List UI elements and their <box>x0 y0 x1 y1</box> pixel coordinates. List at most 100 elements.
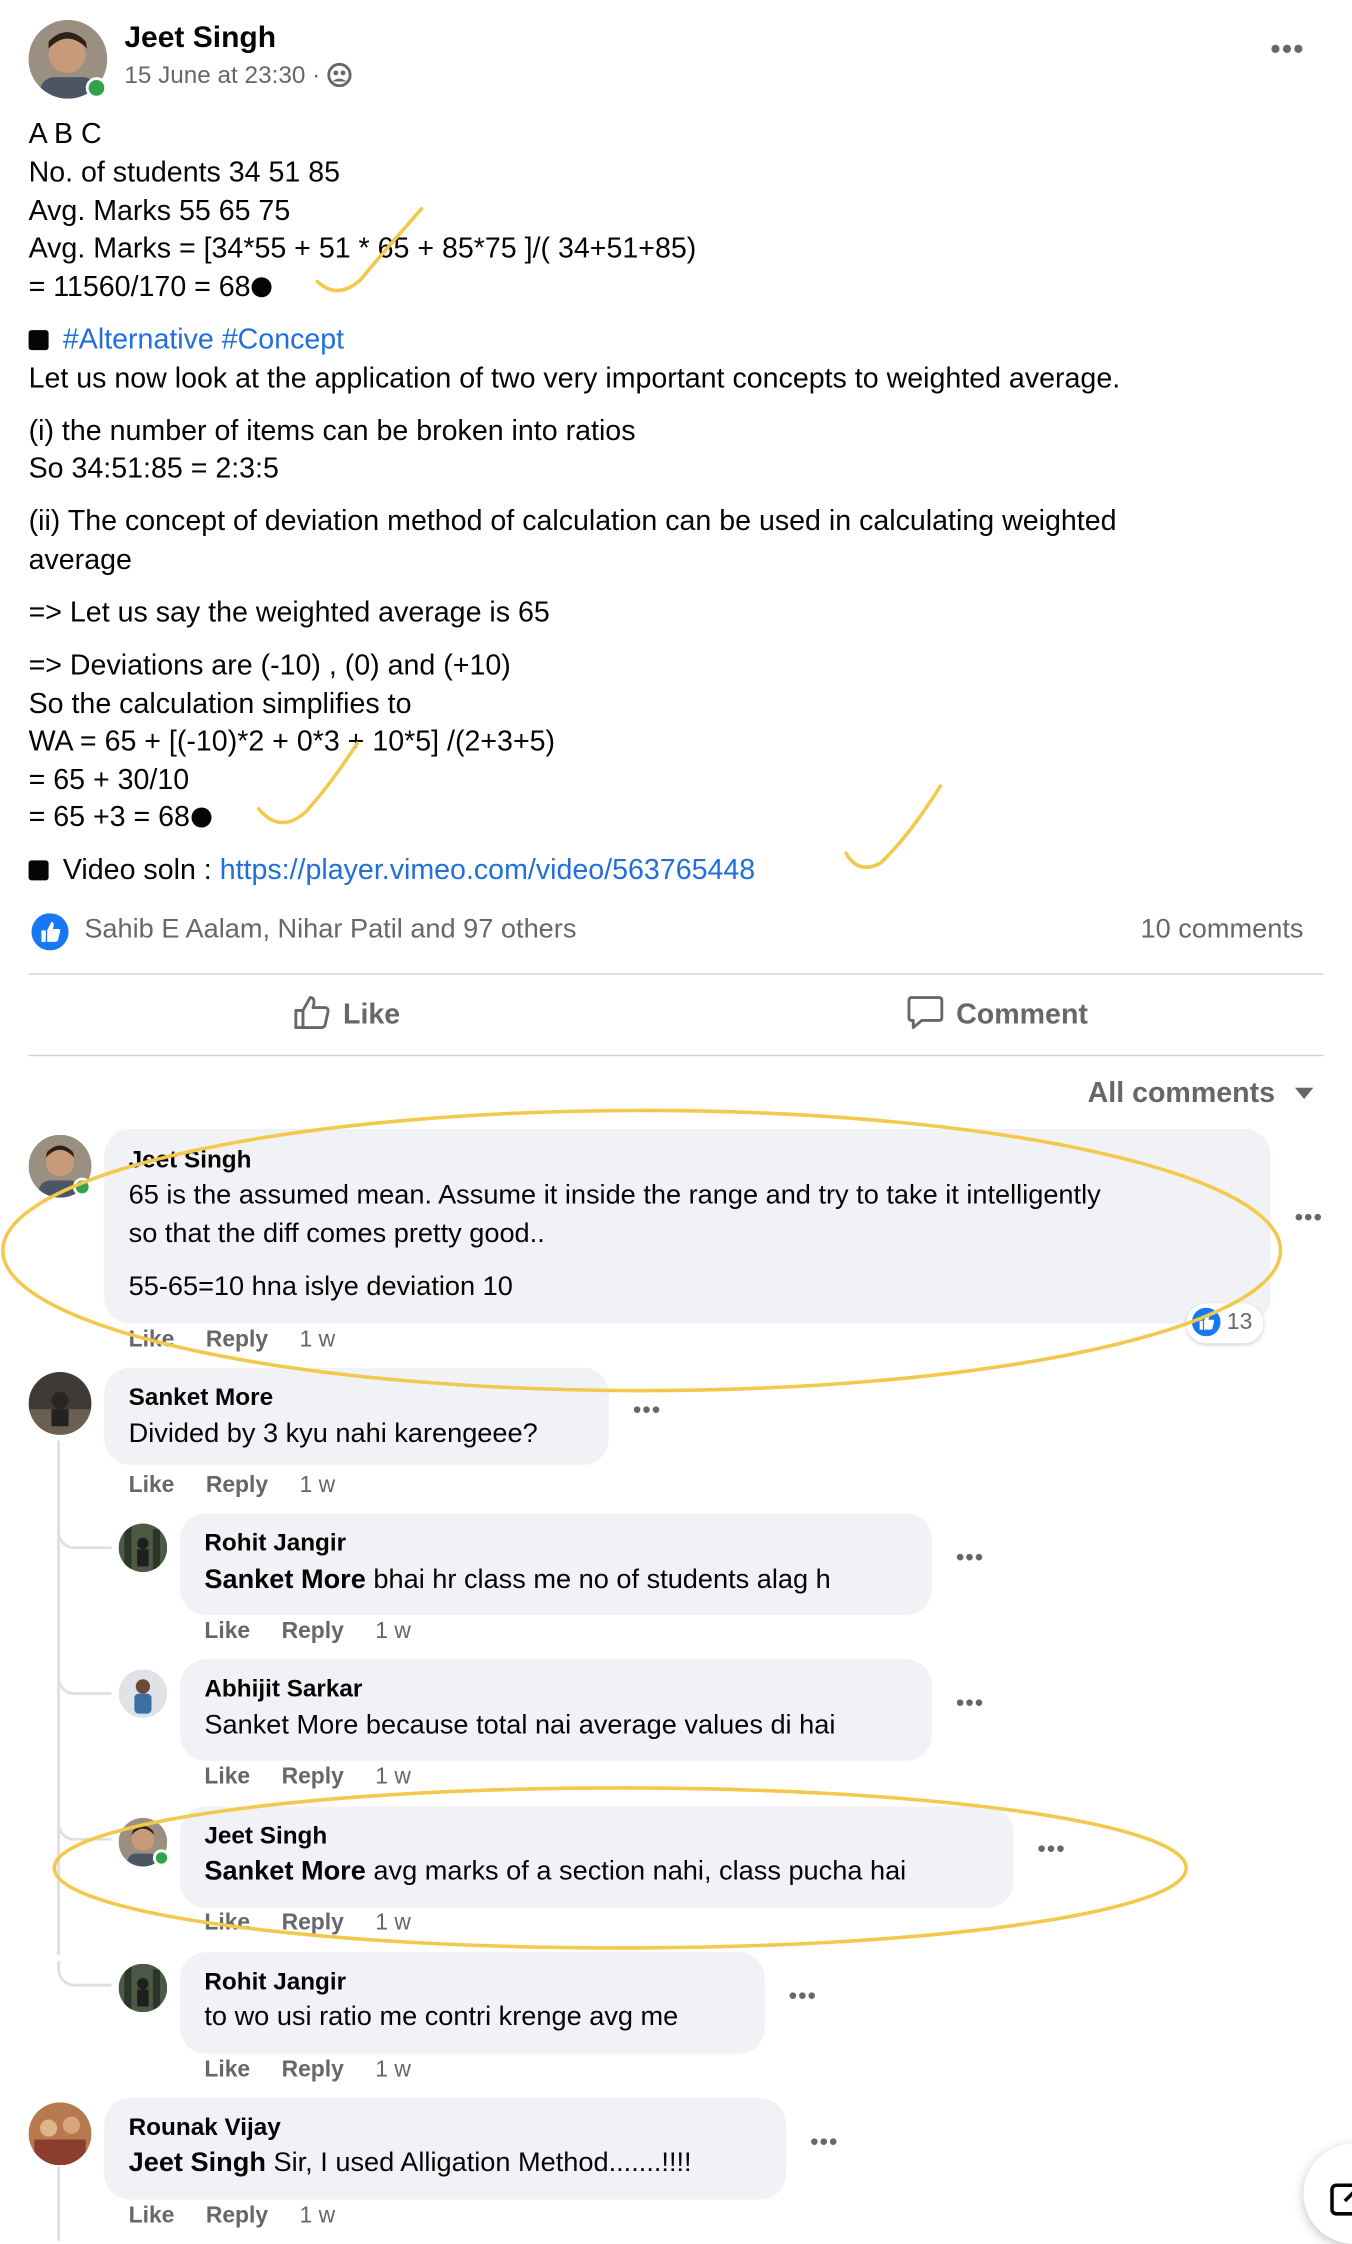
comment-reply-button[interactable]: Reply <box>206 1473 268 1497</box>
comment-reply-button[interactable]: Reply <box>282 1911 344 1935</box>
comments-filter-dropdown[interactable]: All comments <box>1087 1075 1314 1111</box>
video-label: Video soln : <box>62 854 212 887</box>
comment-time[interactable]: 1 w <box>375 1765 411 1789</box>
comment-actions: Like Reply 1 w <box>129 1328 367 1354</box>
online-status-icon <box>85 77 108 99</box>
comment-actions: Like Reply 1 w <box>204 1911 442 1937</box>
commenter-name[interactable]: Rohit Jangir <box>204 1968 346 1997</box>
post-author-name[interactable]: Jeet Singh <box>124 21 276 55</box>
reactions-summary[interactable]: Sahib E Aalam, Nihar Patil and 97 others <box>84 915 576 946</box>
black-square-icon <box>28 330 49 351</box>
comment-reply-button[interactable]: Reply <box>282 1765 344 1789</box>
comment-options-button[interactable]: ••• <box>956 1546 984 1572</box>
comment-text: 65 is the assumed mean. Assume it inside… <box>128 1180 1101 1211</box>
comment-like-button[interactable]: Like <box>129 2204 175 2228</box>
post-options-button[interactable]: ••• <box>1271 34 1305 67</box>
post-timestamp[interactable]: 15 June at 23:30 · <box>124 61 352 94</box>
post-line: A B C <box>28 118 102 151</box>
mention-link[interactable]: Sanket More <box>204 1565 365 1595</box>
commenter-name[interactable]: Jeet Singh <box>129 1146 252 1175</box>
comment-text: Divided by 3 kyu nahi karengeee? <box>128 1419 538 1450</box>
comment-reply-button[interactable]: Reply <box>206 2204 268 2228</box>
comment-reply-button[interactable]: Reply <box>206 1328 268 1352</box>
comment-time[interactable]: 1 w <box>300 1328 336 1352</box>
checkmark-annotation <box>844 784 943 869</box>
commenter-name[interactable]: Abhijit Sarkar <box>204 1675 362 1704</box>
bullet-dot-icon <box>191 807 212 828</box>
like-reaction-icon[interactable] <box>31 913 69 957</box>
commenter-name[interactable]: Rohit Jangir <box>204 1529 346 1558</box>
hashtag-line: #Alternative #Concept <box>28 322 345 361</box>
comment-actions: Like Reply 1 w <box>129 1473 367 1499</box>
comment-reaction-badge[interactable]: 13 <box>1186 1303 1264 1344</box>
post-line: (i) the number of items can be broken in… <box>28 415 636 448</box>
compose-button[interactable] <box>1303 2143 1352 2244</box>
comment-icon <box>906 995 945 1039</box>
comment-time[interactable]: 1 w <box>300 1473 336 1497</box>
comment-options-button[interactable]: ••• <box>1295 1206 1323 1232</box>
comment-like-button[interactable]: Like <box>204 1765 250 1789</box>
post-line: So 34:51:85 = 2:3:5 <box>28 453 279 485</box>
commenter-avatar[interactable] <box>118 1963 168 2013</box>
thumbs-up-icon <box>293 995 332 1039</box>
comment-like-button[interactable]: Like <box>204 2058 250 2082</box>
online-status-icon <box>152 1849 171 1867</box>
commenter-name[interactable]: Jeet Singh <box>204 1822 327 1851</box>
comment-like-button[interactable]: Like <box>204 1911 250 1935</box>
online-status-icon <box>72 1177 92 1197</box>
comment-text: so that the diff comes pretty good.. <box>128 1219 545 1250</box>
commenter-name[interactable]: Sanket More <box>129 1383 273 1412</box>
comment-button[interactable]: Comment <box>906 995 1088 1038</box>
post-line: So the calculation simplifies to <box>28 688 412 721</box>
mention-link[interactable]: Jeet Singh <box>129 2148 266 2178</box>
reply-thread-line <box>57 1440 61 1956</box>
divider <box>28 973 1324 975</box>
comments-count[interactable]: 10 comments <box>1140 915 1303 946</box>
comment-time[interactable]: 1 w <box>375 1619 411 1643</box>
comment-body: avg marks of a section nahi, class pucha… <box>365 1856 907 1887</box>
friends-privacy-icon <box>326 62 352 94</box>
comment-reply-button[interactable]: Reply <box>282 1619 344 1643</box>
black-square-icon <box>28 860 49 881</box>
comment-text: to wo usi ratio me contri krenge avg me <box>204 2002 679 2033</box>
reply-thread-connector <box>57 1669 112 1696</box>
comment-options-button[interactable]: ••• <box>633 1399 661 1425</box>
comment-time[interactable]: 1 w <box>375 1911 411 1935</box>
comment-time[interactable]: 1 w <box>300 2204 336 2228</box>
comment-time[interactable]: 1 w <box>375 2058 411 2082</box>
reply-thread-connector <box>57 1523 112 1550</box>
filter-label: All comments <box>1087 1077 1276 1110</box>
like-reaction-icon <box>1191 1307 1221 1351</box>
comment-like-button[interactable]: Like <box>204 1619 250 1643</box>
hashtag-link[interactable]: #Alternative #Concept <box>63 324 344 355</box>
comment-like-button[interactable]: Like <box>129 1328 175 1352</box>
compose-icon <box>1330 2183 1352 2216</box>
post-line: No. of students 34 51 85 <box>28 157 341 189</box>
video-line: Video soln : https://player.vimeo.com/vi… <box>28 852 755 891</box>
comment-text: Sanket More avg marks of a section nahi,… <box>204 1854 906 1891</box>
post-line: = 65 + 30/10 <box>28 764 190 797</box>
comment-actions: Like Reply 1 w <box>204 1765 442 1791</box>
comment-body: Sir, I used Alligation Method.......!!!! <box>265 2148 692 2179</box>
reply-thread-line <box>57 2166 61 2241</box>
comment-button-label: Comment <box>956 998 1088 1031</box>
like-button[interactable]: Like <box>293 995 400 1038</box>
commenter-name[interactable]: Rounak Vijay <box>129 2114 281 2143</box>
comment-options-button[interactable]: ••• <box>789 1985 817 2011</box>
bullet-dot-icon <box>252 277 273 298</box>
comment-reply-button[interactable]: Reply <box>282 2058 344 2082</box>
mention-link[interactable]: Sanket More <box>204 1857 365 1887</box>
commenter-avatar[interactable] <box>28 2102 92 2166</box>
comment-options-button[interactable]: ••• <box>956 1692 984 1718</box>
comment-like-button[interactable]: Like <box>129 1473 175 1497</box>
comment-options-button[interactable]: ••• <box>1038 1838 1066 1864</box>
video-link[interactable]: https://player.vimeo.com/video/563765448 <box>220 855 755 886</box>
commenter-avatar[interactable] <box>28 1372 92 1435</box>
comment-text: Sanket More because total nai average va… <box>204 1710 836 1741</box>
post-line: (ii) The concept of deviation method of … <box>28 505 1117 538</box>
commenter-avatar[interactable] <box>118 1523 168 1573</box>
caret-down-icon <box>1294 1075 1314 1108</box>
comment-options-button[interactable]: ••• <box>810 2131 838 2157</box>
timestamp-text: 15 June at 23:30 · <box>124 61 321 89</box>
commenter-avatar[interactable] <box>118 1669 168 1718</box>
